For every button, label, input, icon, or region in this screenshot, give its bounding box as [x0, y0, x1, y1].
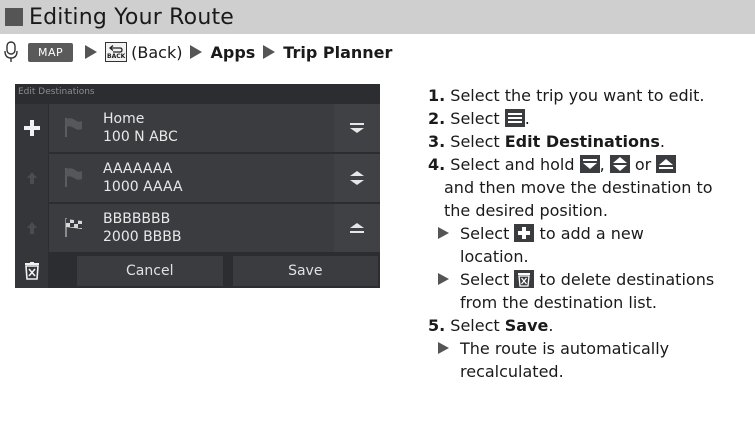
screen-title: Edit Destinations: [18, 87, 95, 97]
screen-actions: Cancel Save: [77, 256, 378, 286]
step-2: 2. Select .: [428, 109, 530, 128]
step-4-substep-1-line-2: location.: [460, 247, 529, 266]
destination-address: 100 N ABC: [103, 129, 178, 145]
trash-icon: [514, 270, 535, 288]
move-up-icon: [350, 223, 364, 233]
move-up-button[interactable]: [15, 154, 48, 202]
destination-address: 2000 BBBB: [103, 229, 182, 245]
step-1: 1. Select the trip you want to edit.: [428, 86, 705, 105]
back-button[interactable]: BACK: [105, 42, 128, 62]
plus-icon: [23, 120, 40, 136]
trash-icon: [24, 262, 39, 280]
page-title: Editing Your Route: [29, 4, 235, 30]
move-down-icon: [350, 123, 364, 133]
move-up-down-icon: [350, 171, 364, 185]
voice-command-icon: [4, 41, 18, 62]
breadcrumb-arrow-icon: [85, 45, 98, 59]
move-up-button[interactable]: [15, 204, 48, 252]
step-4-substep-2-line-2: from the destination list.: [460, 293, 657, 312]
delete-destinations-button[interactable]: [15, 254, 48, 288]
step-5-substep-1-line-2: recalculated.: [460, 362, 564, 381]
add-destination-button[interactable]: [15, 104, 48, 152]
breadcrumb-arrow-icon: [263, 45, 276, 59]
up-arrow-icon: [26, 222, 37, 234]
save-button[interactable]: Save: [232, 256, 378, 286]
breadcrumb-apps: Apps: [210, 42, 256, 62]
up-arrow-icon: [26, 172, 37, 184]
bullet-arrow-icon: [438, 342, 449, 354]
bullet-arrow-icon: [438, 273, 449, 285]
destination-address: 1000 AAAA: [103, 179, 183, 195]
step-4-substep-2: Select to delete destinations: [428, 268, 755, 291]
edit-destinations-screen: Edit Destinations Home 100 N ABC AAAAAAA…: [15, 84, 380, 288]
map-button[interactable]: MAP: [28, 42, 74, 62]
step-5: 5. Select Save.: [428, 316, 554, 335]
destination-name: Home: [103, 111, 145, 127]
step-4-line-2: and then move the destination to: [444, 178, 713, 197]
destination-name: AAAAAAA: [103, 161, 173, 177]
move-up-icon: [656, 155, 677, 173]
step-3: 3. Select Edit Destinations.: [428, 132, 665, 151]
back-label: (Back): [131, 42, 183, 62]
breadcrumb-trip-planner: Trip Planner: [283, 42, 393, 62]
bullet-arrow-icon: [438, 227, 449, 239]
destination-row[interactable]: Home 100 N ABC: [49, 104, 380, 152]
checkered-flag-icon: [65, 218, 82, 237]
step-4: 4. Select and hold , or: [428, 153, 755, 176]
move-down-icon: [579, 155, 600, 173]
breadcrumb: MAP BACK (Back) Apps Trip Planner: [4, 38, 392, 66]
move-up-down-icon: [609, 155, 630, 173]
section-marker-icon: [5, 8, 23, 26]
flag-icon: [65, 118, 82, 137]
section-header: Editing Your Route: [0, 0, 755, 34]
menu-icon: [504, 109, 525, 127]
cancel-button[interactable]: Cancel: [77, 256, 223, 286]
step-5-substep-1: The route is automatically: [428, 337, 755, 360]
destination-row[interactable]: BBBBBBB 2000 BBBB: [49, 204, 380, 252]
move-down-handle[interactable]: [334, 104, 380, 152]
instruction-steps: 1. Select the trip you want to edit. 2. …: [428, 84, 755, 383]
flag-icon: [65, 168, 82, 187]
step-4-line-3: the desired position.: [444, 201, 608, 220]
move-up-down-handle[interactable]: [334, 154, 380, 202]
destination-row[interactable]: AAAAAAA 1000 AAAA: [49, 154, 380, 202]
breadcrumb-arrow-icon: [190, 45, 203, 59]
plus-icon: [514, 224, 535, 242]
step-4-substep-1: Select to add a new: [428, 222, 755, 245]
move-up-handle[interactable]: [334, 204, 380, 252]
destination-name: BBBBBBB: [103, 211, 171, 227]
